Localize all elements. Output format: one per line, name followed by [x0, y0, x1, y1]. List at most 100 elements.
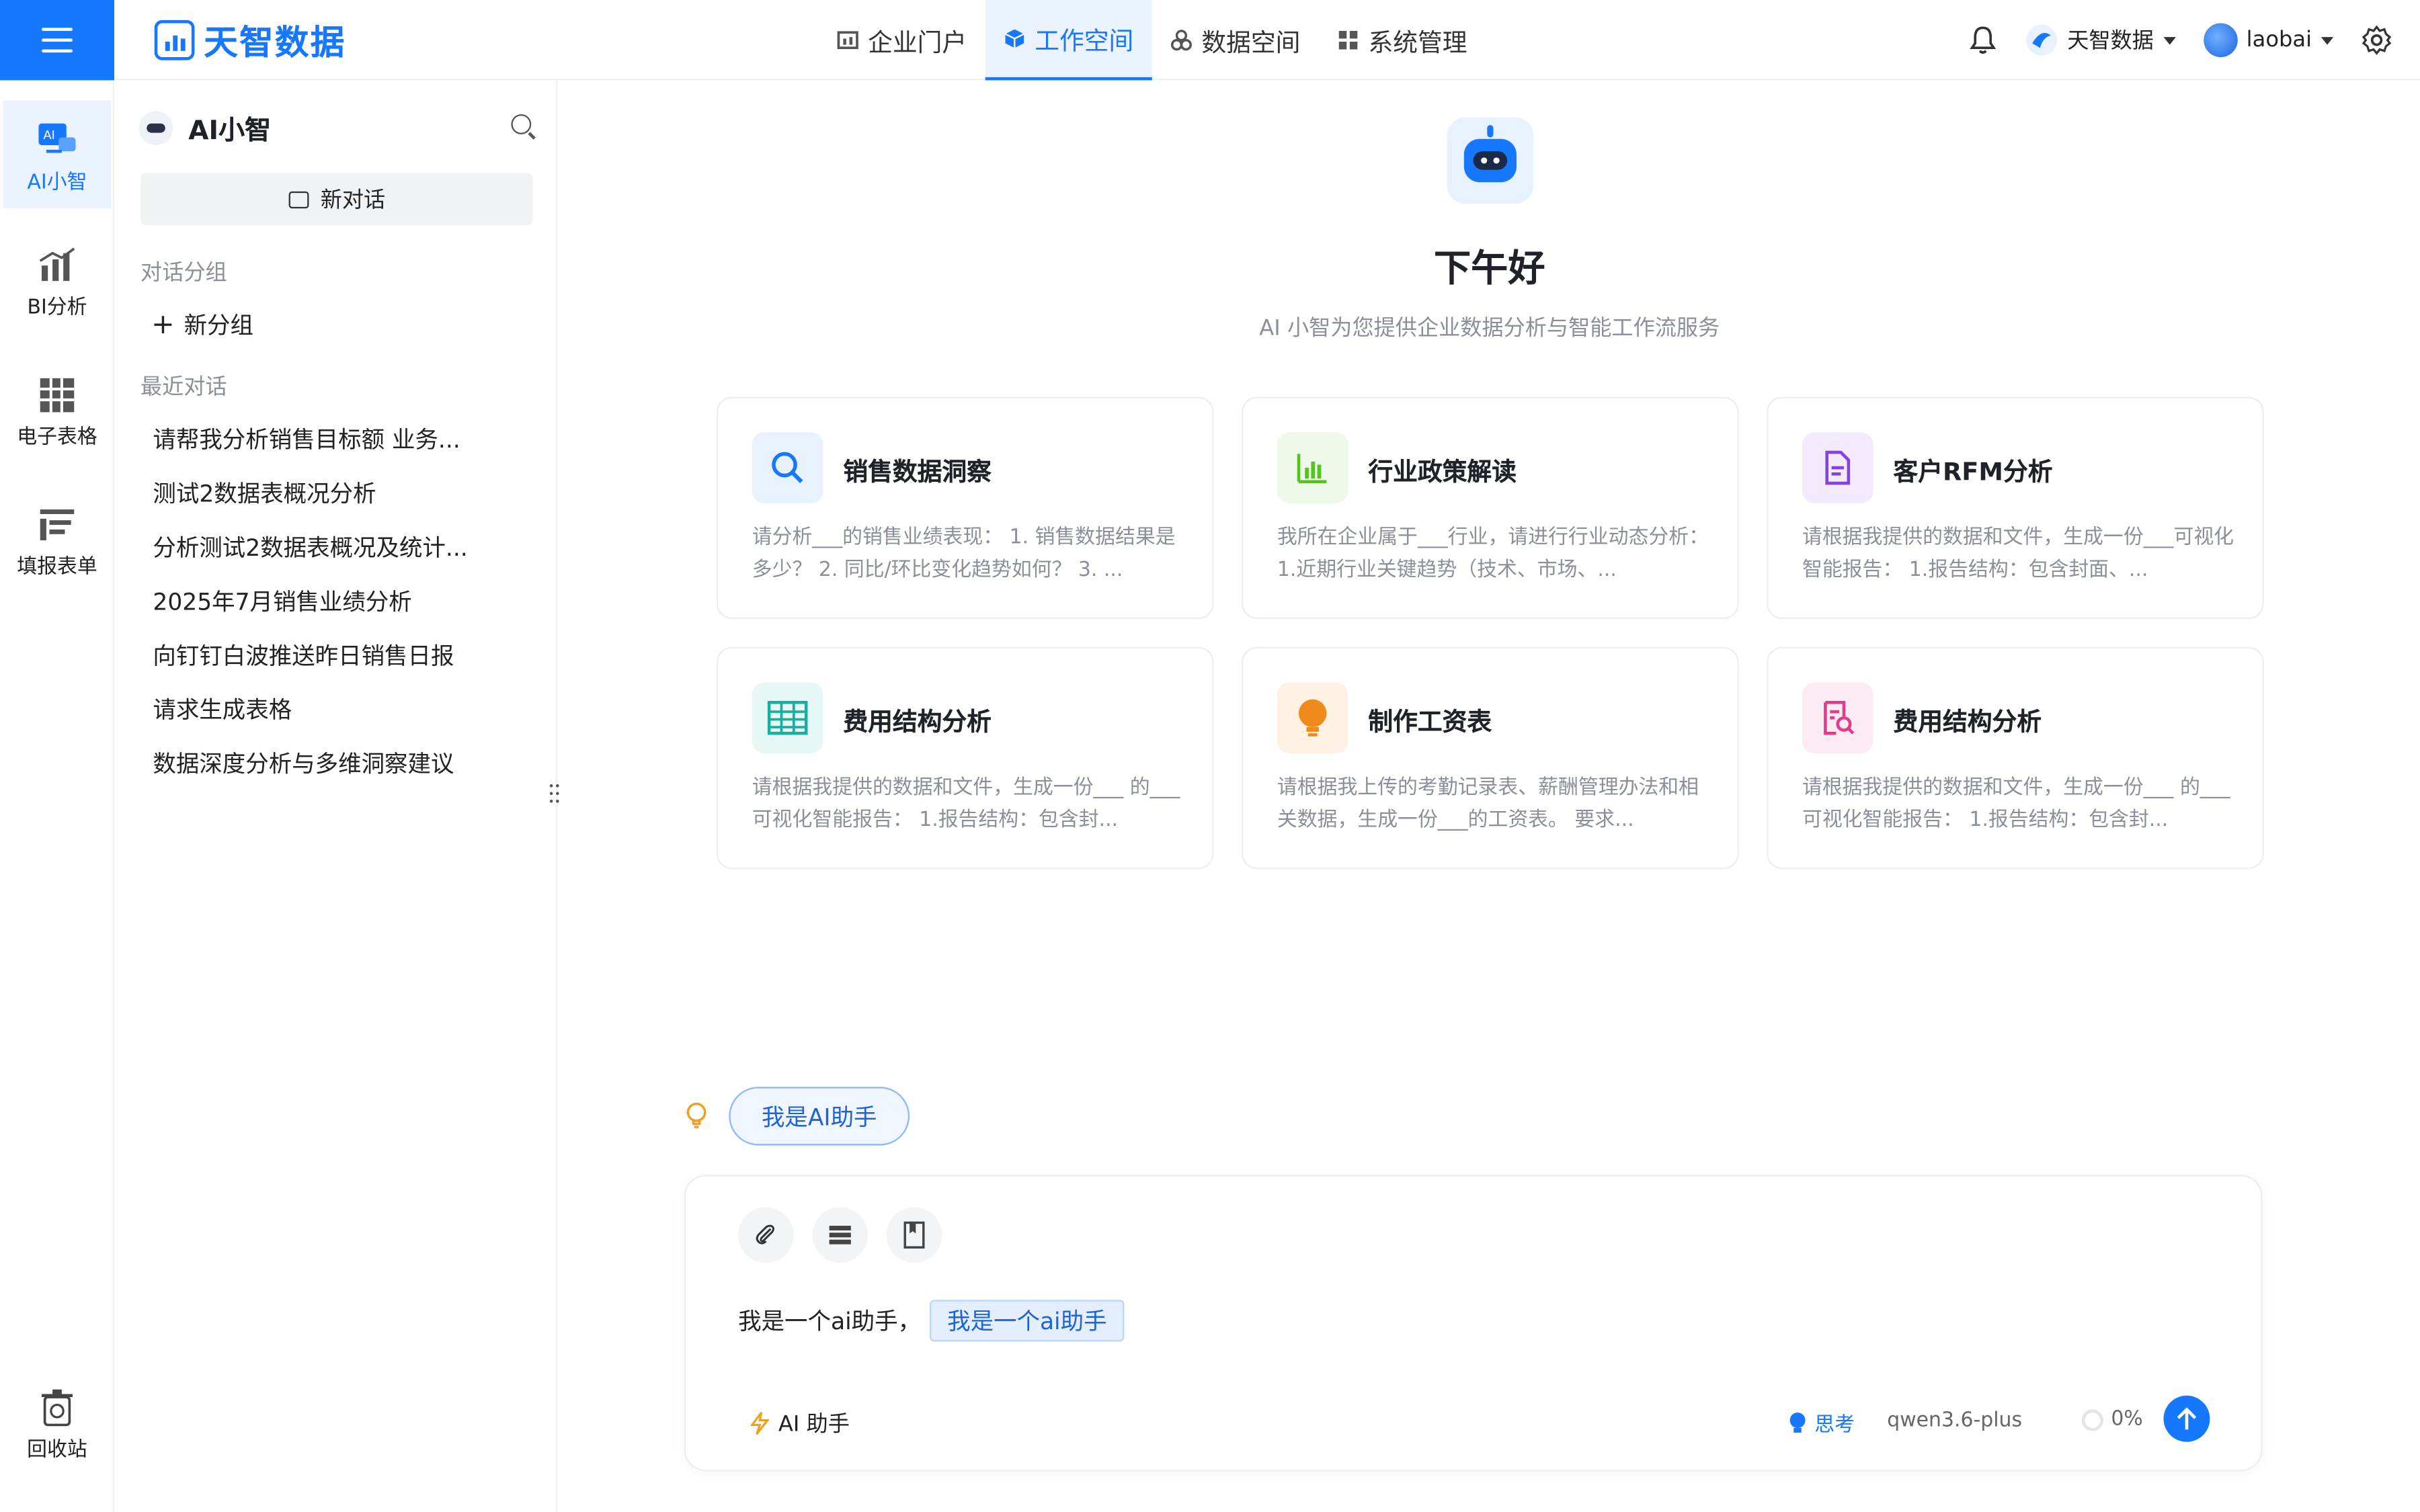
tab-label: 数据空间 [1201, 28, 1301, 58]
list-item[interactable]: 向钉钉白波推送昨日销售日报 [153, 639, 538, 693]
list-item[interactable]: 数据深度分析与多维洞察建议 [153, 747, 538, 801]
org-logo-icon [2025, 24, 2057, 56]
list-item[interactable]: 测试2数据表概况分析 [153, 477, 538, 531]
logo-bar [179, 38, 185, 50]
tab-label: 工作空间 [1035, 26, 1134, 56]
brand-logo-icon [154, 19, 195, 60]
rail-label: 电子表格 [17, 426, 97, 450]
rail-label: BI分析 [27, 296, 87, 320]
form-icon [40, 509, 75, 541]
list-item[interactable]: 请帮我分析销售目标额 业务... [153, 423, 538, 476]
app-root: 天智数据 企业门户 工作空间 数据空间 系统管理 天智数据 laobai AI … [0, 0, 2420, 1512]
composer-input[interactable]: 我是一个ai助手， 我是一个ai助手 [738, 1300, 1124, 1342]
rail-label: AI小智 [27, 171, 87, 195]
brand-name: 天智数据 [204, 24, 346, 63]
think-toggle[interactable]: 思考 [1788, 1408, 1855, 1437]
portal-icon [837, 31, 858, 50]
card-desc: 请根据我提供的数据和文件，生成一份___ 的___可视化智能报告： 1.报告结构… [1802, 776, 2230, 833]
knowledge-button[interactable] [886, 1207, 942, 1263]
prompt-card[interactable]: 费用结构分析 请根据我提供的数据和文件，生成一份___ 的___可视化智能报告：… [716, 646, 1214, 870]
header-actions: 天智数据 laobai [1968, 0, 2392, 80]
composer-chip: 我是一个ai助手 [930, 1300, 1124, 1342]
book-icon [903, 1221, 925, 1249]
paperclip-icon [756, 1224, 774, 1245]
main-content: 下午好 AI 小智为您提供企业数据分析与智能工作流服务 销售数据洞察 请分析__… [559, 80, 2420, 1512]
rail-item-ai[interactable]: AI AI小智 [3, 100, 112, 209]
conversation-panel: AI小智 新对话 对话分组 + 新分组 最近对话 请帮我分析销售目标额 业务..… [114, 80, 558, 1512]
prompt-card[interactable]: 制作工资表 请根据我上传的考勤记录表、薪酬管理办法和相关数据，生成一份___的工… [1242, 646, 1739, 870]
search-icon[interactable] [511, 114, 532, 134]
add-group-button[interactable]: + 新分组 [151, 308, 253, 341]
ai-icon: AI [38, 123, 76, 153]
lightbulb-icon [1789, 1411, 1806, 1432]
context-usage-value: 0% [2111, 1408, 2143, 1431]
database-icon [829, 1226, 851, 1245]
plus-icon: + [151, 308, 175, 341]
gear-icon[interactable] [2362, 25, 2392, 56]
org-switcher[interactable]: 天智数据 [2024, 23, 2175, 57]
top-nav: 企业门户 工作空间 数据空间 系统管理 [819, 0, 1486, 81]
card-title: 行业政策解读 [1368, 457, 1517, 487]
bell-icon[interactable] [1968, 25, 1996, 56]
send-button[interactable] [2163, 1395, 2210, 1442]
suggestion-chip[interactable]: 我是AI助手 [729, 1087, 910, 1146]
tab-system[interactable]: 系统管理 [1319, 0, 1486, 80]
avatar [2203, 23, 2237, 58]
card-title: 费用结构分析 [1893, 707, 2042, 737]
robot-eye [1493, 157, 1500, 164]
composer-text: 我是一个ai助手， [738, 1307, 922, 1336]
menu-toggle-button[interactable] [0, 0, 115, 80]
hamburger-line [42, 48, 73, 52]
prompt-card[interactable]: 客户RFM分析 请根据我提供的数据和文件，生成一份___可视化智能报告： 1.报… [1767, 396, 2264, 620]
recycle-label: 回收站 [27, 1439, 87, 1462]
panel-header: AI小智 [138, 108, 271, 146]
context-usage: 0% [2081, 1408, 2143, 1431]
card-desc: 请根据我提供的数据和文件，生成一份___ 的___可视化智能报告： 1.报告结构… [752, 776, 1180, 833]
spreadsheet-icon [40, 378, 75, 413]
add-group-label: 新分组 [184, 312, 254, 340]
tab-workspace[interactable]: 工作空间 [985, 0, 1152, 81]
new-chat-label: 新对话 [320, 188, 386, 214]
document-icon [1802, 432, 1873, 503]
rail-item-spreadsheet[interactable]: 电子表格 [0, 377, 114, 450]
rail-item-recycle[interactable]: 回收站 [0, 1389, 114, 1462]
assistant-robot-icon [1447, 117, 1534, 204]
tab-data-space[interactable]: 数据空间 [1152, 0, 1319, 80]
list-item[interactable]: 请求生成表格 [153, 693, 538, 747]
new-chat-button[interactable]: 新对话 [140, 173, 533, 226]
datasource-button[interactable] [812, 1207, 869, 1263]
attach-button[interactable] [738, 1207, 794, 1263]
rail-item-bi[interactable]: BI分析 [0, 247, 114, 320]
chevron-down-icon [2321, 36, 2334, 44]
lightning-icon [750, 1412, 770, 1435]
card-title: 销售数据洞察 [843, 457, 992, 487]
tab-portal[interactable]: 企业门户 [819, 0, 985, 80]
card-desc: 请根据我上传的考勤记录表、薪酬管理办法和相关数据，生成一份___的工资表。 要求… [1277, 776, 1699, 833]
model-selector[interactable]: qwen3.6-plus [1887, 1409, 2022, 1432]
user-menu[interactable]: laobai [2203, 23, 2334, 58]
brand[interactable]: 天智数据 [154, 15, 346, 65]
hamburger-line [42, 38, 73, 41]
ai-helper-label: AI 助手 [778, 1413, 850, 1437]
recent-label: 最近对话 [140, 375, 227, 401]
lightbulb-icon [1277, 682, 1348, 754]
greeting: 下午好 [1434, 247, 1545, 290]
ai-helper-button[interactable]: AI 助手 [750, 1408, 850, 1439]
prompt-card[interactable]: 行业政策解读 我所在企业属于___行业，请进行行业动态分析： 1.近期行业关键趋… [1242, 396, 1739, 620]
user-name: laobai [2246, 28, 2312, 53]
prompt-card[interactable]: 费用结构分析 请根据我提供的数据和文件，生成一份___ 的___可视化智能报告：… [1767, 646, 2264, 870]
cube-icon [1005, 29, 1024, 48]
robot-eye [1481, 157, 1488, 164]
table-icon [752, 682, 823, 754]
groups-label: 对话分组 [140, 261, 227, 286]
rail-item-form[interactable]: 填报表单 [0, 507, 114, 579]
list-item[interactable]: 2025年7月销售业绩分析 [153, 585, 538, 639]
prompt-card[interactable]: 销售数据洞察 请分析___的销售业绩表现： 1. 销售数据结果是多少？ 2. 同… [716, 396, 1214, 620]
doc-search-icon [1802, 682, 1873, 754]
list-item[interactable]: 分析测试2数据表概况及统计... [153, 531, 538, 585]
top-header: 天智数据 企业门户 工作空间 数据空间 系统管理 天智数据 laobai [0, 0, 2420, 81]
robot-face [1463, 125, 1517, 183]
card-title: 客户RFM分析 [1893, 457, 2053, 487]
data-space-icon [1170, 30, 1193, 51]
robot-icon [138, 110, 173, 144]
